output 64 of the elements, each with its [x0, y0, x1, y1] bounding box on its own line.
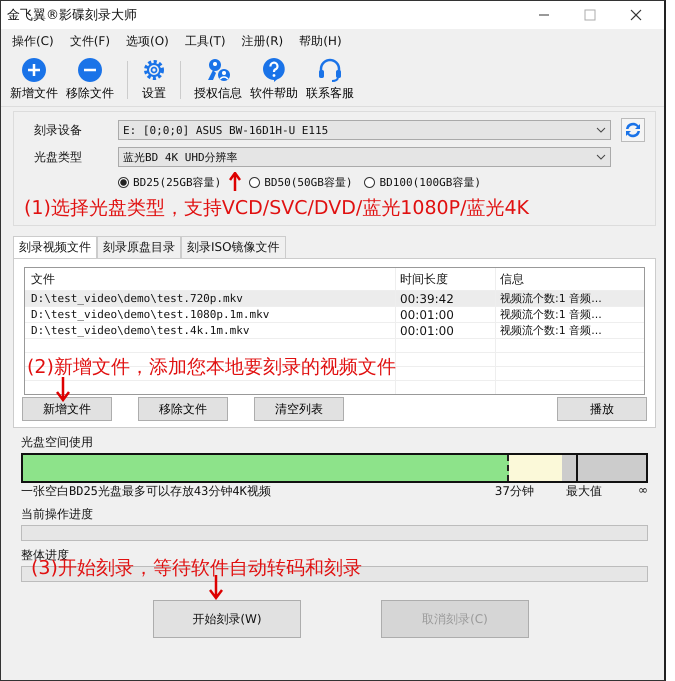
list-button[interactable]: 清空列表 [254, 397, 344, 421]
table-cell: 00:01:00 [395, 323, 495, 338]
annotation-text: (1)选择光盘类型，支持VCD/SVC/DVD/蓝光1080P/蓝光4K [24, 196, 530, 221]
menu-item[interactable]: 注册(R) [234, 30, 290, 52]
capacity-radio[interactable]: BD50(50GB容量) [249, 174, 352, 190]
refresh-button[interactable] [621, 118, 645, 142]
reserved-segment [562, 455, 576, 481]
table-row[interactable]: D:\test_video\demo\test.720p.mkv 00:39:42 视频流个数:1 音频... [25, 290, 644, 306]
column-header[interactable]: 文件 [25, 270, 395, 288]
field-label: 刻录设备 [34, 122, 83, 138]
tab[interactable]: 刻录ISO镜像文件 [181, 236, 286, 258]
max-label: 最大值 [566, 483, 602, 500]
toolbar-button[interactable]: 设置 [138, 56, 170, 103]
menu-item[interactable]: 文件(F) [62, 30, 118, 52]
table-row[interactable]: D:\test_video\demo\test.1080p.1m.mkv 00:01:00 视频流个数:1 音频... [25, 306, 644, 322]
field-label: 光盘类型 [34, 148, 83, 166]
device-dropdown[interactable]: E: [0;0;0] ASUS BW-16D1H-U E115 [118, 120, 611, 140]
tab[interactable]: 刻录原盘目录 [97, 236, 181, 258]
close-icon[interactable] [630, 9, 642, 21]
toolbar-button[interactable]: 移除文件 [63, 56, 117, 103]
infinity-label: ∞ [638, 483, 648, 499]
list-button[interactable]: 移除文件 [138, 397, 228, 421]
table-cell-text: D:\test_video\demo\test.1080p.1m.mkv [30, 308, 270, 321]
tab[interactable]: 刻录视频文件 [13, 236, 97, 258]
chevron-icon [596, 154, 606, 160]
help-icon [261, 57, 287, 83]
table-cell: 视频流个数:1 音频... [495, 307, 644, 322]
table-cell: 视频流个数:1 音频... [495, 323, 644, 338]
table-cell-text: D:\test_video\demo\test.4k.1m.mkv [30, 324, 251, 337]
minus-icon [77, 57, 103, 83]
disc-type-dropdown[interactable]: 蓝光BD 4K UHD分辨率 [118, 147, 611, 167]
action-button[interactable]: 开始刻录(W) [153, 600, 301, 638]
table-cell-text: D:\test_video\demo\test.720p.mkv [30, 292, 244, 305]
section-label: 当前操作进度 [21, 506, 94, 523]
arrow-icon [229, 172, 242, 192]
refresh-icon [623, 120, 643, 140]
menu-item[interactable]: 工具(T) [178, 30, 233, 52]
settings-icon [141, 57, 167, 83]
window-title: 金飞翼®影碟刻录大师 [7, 7, 138, 24]
table-cell: 视频流个数:1 音频... [495, 291, 644, 306]
toolbar-button[interactable]: 联系客服 [303, 56, 357, 103]
toolbar-button[interactable]: 授权信息 [191, 56, 245, 103]
chevron-icon [596, 127, 606, 133]
section-label: 光盘空间使用 [21, 434, 94, 451]
toolbar-button[interactable]: 软件帮助 [247, 56, 301, 103]
capacity-radio[interactable]: BD100(100GB容量) [364, 174, 481, 190]
headroom-segment [508, 455, 562, 481]
toolbar-button[interactable]: 新增文件 [7, 56, 61, 103]
menu-item[interactable]: 选项(O) [119, 30, 176, 52]
arrow-icon [55, 376, 71, 402]
capacity-radio[interactable]: BD25(25GB容量) [118, 174, 222, 190]
play-button[interactable]: 播放 [557, 397, 647, 421]
headset-icon [317, 57, 343, 83]
list-button[interactable]: 新增文件 [22, 397, 112, 421]
plus-icon [21, 57, 47, 83]
capacity-caption: 一张空白BD25光盘最多可以存放43分钟4K视频 [21, 483, 272, 500]
menu-item[interactable]: 帮助(H) [292, 30, 349, 52]
table-cell: 00:39:42 [395, 291, 495, 306]
annotation-text: (2)新增文件，添加您本地要刻录的视频文件 [27, 355, 396, 380]
key-user-icon [205, 57, 231, 83]
marker-label: 37分钟 [494, 483, 534, 500]
table-cell: 00:01:00 [395, 307, 495, 322]
menu-item[interactable]: 操作(C) [5, 30, 61, 52]
table-row[interactable]: D:\test_video\demo\test.4k.1m.mkv 00:01:00 视频流个数:1 音频... [25, 322, 644, 338]
